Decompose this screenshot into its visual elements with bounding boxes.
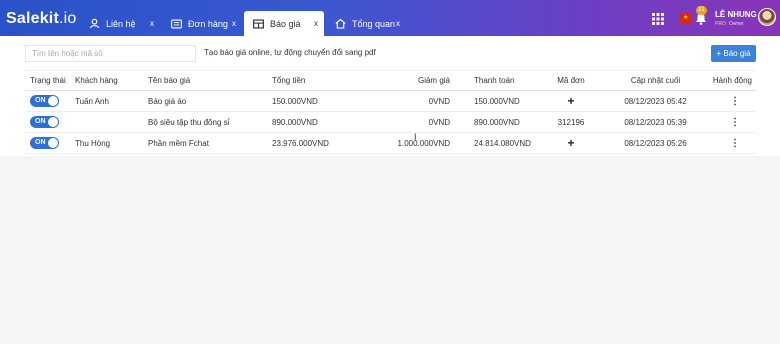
customer-cell	[75, 111, 148, 133]
total-cell: 150.000VND	[272, 90, 360, 112]
more-actions-icon[interactable]: ⋮	[730, 138, 740, 148]
search-input[interactable]	[25, 45, 196, 62]
more-actions-icon[interactable]: ⋮	[730, 96, 740, 106]
tab-label: Liên hệ	[106, 18, 136, 29]
column-header[interactable]: Giảm giá	[360, 70, 450, 91]
list-icon	[170, 18, 182, 30]
tab-contacts[interactable]: Liên hệ x	[80, 11, 160, 36]
updated-cell: 08/12/2023 05:26	[601, 132, 710, 154]
status-toggle[interactable]: ON	[30, 137, 59, 149]
close-icon[interactable]: x	[314, 19, 318, 28]
column-header: Hành động	[710, 70, 756, 91]
column-header[interactable]: Cập nhật cuối	[601, 70, 710, 91]
column-header[interactable]: Khách hàng	[75, 70, 148, 91]
column-header[interactable]: Trạng thái	[25, 70, 75, 91]
column-header[interactable]: Tên báo giá	[148, 70, 272, 91]
tab-label: Báo giá	[270, 18, 301, 29]
column-header[interactable]: Thanh toán	[450, 70, 541, 91]
table-icon	[252, 18, 264, 30]
table-row[interactable]: ON Thu Hòng Phần mềm Fchat 23.976.000VND…	[25, 132, 756, 154]
top-bar: Salekit.io Liên hệ x Đơn hàng x Báo giá …	[0, 0, 780, 36]
quote-name-cell[interactable]: Bộ siêu tập thu đông sỉ	[148, 111, 272, 133]
close-icon[interactable]: x	[150, 19, 154, 28]
tab-orders[interactable]: Đơn hàng x	[162, 11, 242, 36]
page-hint: Tạo báo giá online, tự động chuyển đổi s…	[204, 48, 376, 57]
payment-cell: 24.814.080VND	[450, 132, 541, 154]
tab-quotes[interactable]: Báo giá x	[244, 11, 324, 36]
apps-grid-icon[interactable]	[652, 12, 664, 25]
column-header[interactable]: Tổng tiền	[272, 70, 360, 91]
total-cell: 890.000VND	[272, 111, 360, 133]
column-header[interactable]: Mã đơn	[541, 70, 601, 91]
tab-label: Đơn hàng	[188, 18, 228, 29]
updated-cell: 08/12/2023 05:39	[601, 111, 710, 133]
quote-name-cell[interactable]: Phần mềm Fchat	[148, 132, 272, 154]
table-header-row: Trạng thái Khách hàng Tên báo giá Tổng t…	[25, 70, 756, 91]
close-icon[interactable]: x	[232, 19, 236, 28]
avatar[interactable]	[758, 8, 776, 26]
table-row[interactable]: ON Bộ siêu tập thu đông sỉ 890.000VND 0V…	[25, 111, 756, 133]
notification-badge: 21	[696, 6, 707, 15]
order-id-cell[interactable]: 312196	[541, 111, 601, 133]
close-icon[interactable]: x	[396, 19, 400, 28]
updated-cell: 08/12/2023 05:42	[601, 90, 710, 112]
total-cell: 23.976.000VND	[272, 132, 360, 154]
add-quote-button[interactable]: + Báo giá	[711, 45, 756, 62]
user-name[interactable]: LÊ NHUNG ▾	[715, 10, 763, 19]
quote-name-cell[interactable]: Báo giá áo	[148, 90, 272, 112]
table-row[interactable]: ON Tuấn Anh Báo giá áo 150.000VND 0VND 1…	[25, 90, 756, 112]
tab-overview[interactable]: Tổng quan x	[326, 11, 406, 36]
customer-cell: Tuấn Anh	[75, 90, 148, 112]
vietnam-flag-icon[interactable]: ★	[679, 14, 692, 23]
discount-cell: 1.000.000VND	[360, 132, 450, 154]
customer-cell: Thu Hòng	[75, 132, 148, 154]
home-icon	[334, 18, 346, 30]
discount-cell: 0VND	[360, 90, 450, 112]
app-logo[interactable]: Salekit.io	[6, 10, 77, 28]
user-icon	[88, 18, 100, 30]
tab-label: Tổng quan	[352, 18, 396, 29]
status-toggle[interactable]: ON	[30, 95, 59, 107]
text-cursor-icon: I	[414, 132, 417, 142]
user-role: PRO Owner	[715, 21, 744, 27]
create-order-button[interactable]: +	[567, 136, 574, 150]
discount-cell: 0VND	[360, 111, 450, 133]
payment-cell: 150.000VND	[450, 90, 541, 112]
quotes-table: Trạng thái Khách hàng Tên báo giá Tổng t…	[25, 70, 756, 154]
payment-cell: 890.000VND	[450, 111, 541, 133]
create-order-button[interactable]: +	[567, 94, 574, 108]
status-toggle[interactable]: ON	[30, 116, 59, 128]
more-actions-icon[interactable]: ⋮	[730, 117, 740, 127]
